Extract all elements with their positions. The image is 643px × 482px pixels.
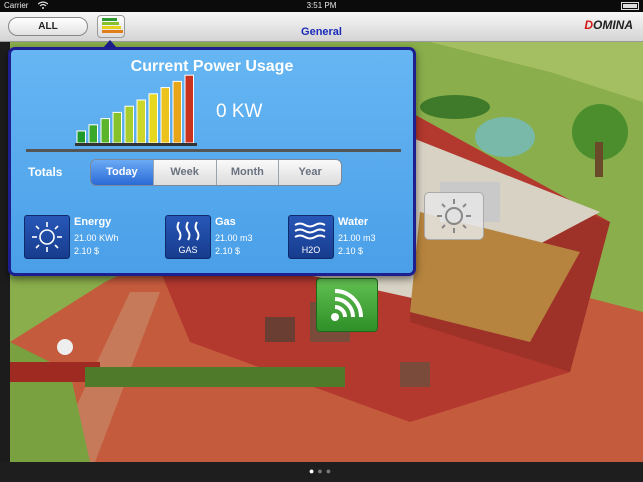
power-level-meter xyxy=(75,74,197,146)
battery-icon xyxy=(621,2,639,10)
navigation-bar: ALL General DOMINA xyxy=(0,12,643,42)
water-stat[interactable]: H2O Water 21.00 m3 2.10 $ xyxy=(288,215,408,265)
sun-icon xyxy=(437,199,471,233)
meter-bar xyxy=(148,93,158,144)
divider xyxy=(26,149,401,152)
gas-label: Gas xyxy=(215,216,236,228)
gas-cost: 2.10 $ xyxy=(215,246,241,256)
tab-today[interactable]: Today xyxy=(91,160,153,185)
meter-baseline xyxy=(75,143,197,146)
domina-logo: DOMINA xyxy=(584,18,633,32)
water-cost: 2.10 $ xyxy=(338,246,364,256)
wifi-control-button[interactable] xyxy=(316,278,378,332)
water-label: Water xyxy=(338,216,369,228)
meter-bar xyxy=(124,105,134,144)
meter-bar xyxy=(88,124,98,144)
water-consumption: 21.00 m3 xyxy=(338,233,376,243)
meter-bar xyxy=(136,99,146,144)
totals-label: Totals xyxy=(28,165,63,179)
status-bar: Carrier 3:51 PM xyxy=(0,0,643,12)
water-icon-text: H2O xyxy=(302,245,321,255)
meter-bar xyxy=(184,74,194,144)
energy-label: Energy xyxy=(74,216,112,228)
clock-label: 3:51 PM xyxy=(306,1,337,10)
energy-stat[interactable]: Energy 21.00 KWh 2.10 $ xyxy=(24,215,144,265)
light-control-button[interactable] xyxy=(424,192,484,240)
period-segmented-control[interactable]: Today Week Month Year xyxy=(90,159,342,186)
gas-consumption: 21.00 m3 xyxy=(215,233,253,243)
meter-bar xyxy=(172,80,182,144)
meter-bar xyxy=(100,118,110,144)
power-usage-popover: Current Power Usage 0 KW Totals Today We… xyxy=(8,47,416,276)
page-indicator[interactable]: ●●● xyxy=(0,466,643,476)
tab-week[interactable]: Week xyxy=(152,160,216,185)
meter-bar xyxy=(76,130,86,144)
gas-icon-text: GAS xyxy=(178,245,197,255)
energy-consumption: 21.00 KWh xyxy=(74,233,119,243)
wireless-signal-icon xyxy=(331,289,363,321)
gas-flame-icon: GAS xyxy=(165,215,211,259)
meter-bar xyxy=(112,111,122,144)
energy-cost: 2.10 $ xyxy=(74,246,100,256)
page-dot: ● xyxy=(317,466,326,476)
water-waves-icon: H2O xyxy=(288,215,334,259)
tab-year[interactable]: Year xyxy=(278,160,341,185)
gas-stat[interactable]: GAS Gas 21.00 m3 2.10 $ xyxy=(165,215,285,265)
meter-bar xyxy=(160,87,170,144)
power-value: 0 KW xyxy=(216,101,263,122)
page-dot: ● xyxy=(325,466,335,476)
sun-icon xyxy=(24,215,70,259)
tab-month[interactable]: Month xyxy=(215,160,279,185)
